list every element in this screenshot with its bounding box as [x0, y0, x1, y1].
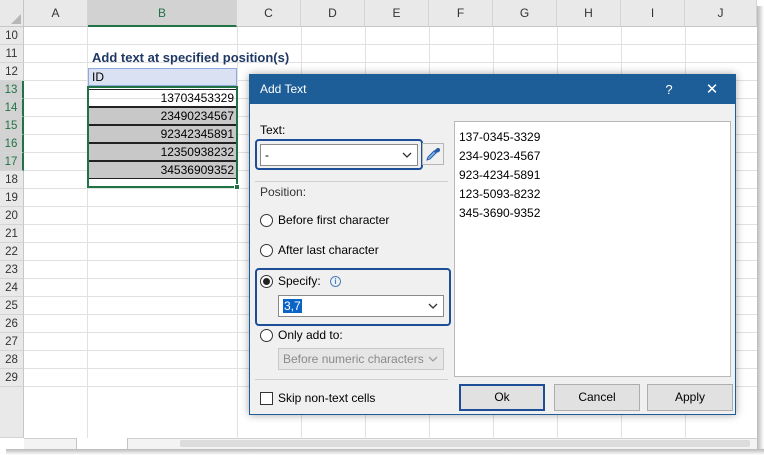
- row-header-29[interactable]: 29: [0, 369, 24, 387]
- chevron-down-icon: [428, 356, 438, 362]
- row-header-15[interactable]: 15: [0, 117, 24, 135]
- id-header-cell[interactable]: ID: [88, 68, 237, 86]
- row-header-27[interactable]: 27: [0, 333, 24, 351]
- eyedropper-icon: [426, 147, 441, 161]
- data-cell[interactable]: 34536909352: [88, 161, 237, 179]
- column-header-h[interactable]: H: [557, 0, 621, 27]
- fill-handle[interactable]: [234, 184, 240, 190]
- preview-line: 345-3690-9352: [459, 206, 541, 220]
- specify-selected-text: 3,7: [283, 299, 302, 313]
- help-button[interactable]: ?: [658, 75, 680, 104]
- preview-line: 923-4234-5891: [459, 168, 541, 182]
- specify-combobox-value: 3,7: [283, 299, 302, 313]
- radio-after-last[interactable]: [260, 244, 273, 257]
- radio-specify[interactable]: [260, 275, 273, 288]
- preview-line: 234-9023-4567: [459, 149, 541, 163]
- row-header-13[interactable]: 13: [0, 81, 24, 99]
- only-add-combobox[interactable]: Before numeric characters: [278, 348, 444, 370]
- text-combobox-value: -: [265, 148, 269, 162]
- gridline: [24, 44, 757, 45]
- data-cell[interactable]: 13703453329: [88, 89, 237, 107]
- preview-line: 123-5093-8232: [459, 187, 541, 201]
- radio-specify-label[interactable]: Specify:: [278, 274, 321, 288]
- info-icon[interactable]: i: [330, 276, 341, 287]
- chevron-down-icon: [402, 152, 412, 158]
- position-separator: [255, 181, 448, 182]
- eyedropper-button[interactable]: [422, 143, 444, 165]
- row-header-20[interactable]: 20: [0, 207, 24, 225]
- data-cell[interactable]: 12350938232: [88, 143, 237, 161]
- specify-combobox[interactable]: 3,7: [278, 295, 444, 317]
- add-text-dialog: Add Text ? ✕ Text: - Position: Before fi…: [249, 74, 736, 415]
- cancel-button[interactable]: Cancel: [554, 384, 640, 411]
- row-header-23[interactable]: 23: [0, 261, 24, 279]
- radio-before-first[interactable]: [260, 214, 273, 227]
- select-all-corner[interactable]: [0, 0, 24, 27]
- column-header-d[interactable]: D: [301, 0, 365, 27]
- options-separator: [255, 379, 448, 380]
- radio-only-add[interactable]: [260, 329, 273, 342]
- dialog-title-bar[interactable]: Add Text ? ✕: [250, 75, 735, 104]
- row-header-10[interactable]: 10: [0, 27, 24, 45]
- preview-pane[interactable]: 137-0345-3329 234-9023-4567 923-4234-589…: [454, 121, 731, 377]
- position-label: Position:: [260, 185, 307, 199]
- apply-button[interactable]: Apply: [647, 384, 733, 411]
- row-header-24[interactable]: 24: [0, 279, 24, 297]
- text-combobox[interactable]: -: [260, 144, 418, 166]
- data-cell[interactable]: 92342345891: [88, 125, 237, 143]
- radio-after-last-label[interactable]: After last character: [278, 243, 379, 257]
- row-header-22[interactable]: 22: [0, 243, 24, 261]
- window-shadow-right: [757, 6, 764, 455]
- row-header-19[interactable]: 19: [0, 189, 24, 207]
- row-header-18[interactable]: 18: [0, 171, 24, 189]
- gridline: [237, 27, 238, 438]
- chevron-down-icon: [428, 303, 438, 309]
- row-header-17[interactable]: 17: [0, 153, 24, 171]
- data-cell[interactable]: 23490234567: [88, 107, 237, 125]
- close-icon[interactable]: ✕: [700, 75, 724, 104]
- column-header-b[interactable]: B: [88, 0, 237, 27]
- row-header-14[interactable]: 14: [0, 99, 24, 117]
- column-header-e[interactable]: E: [365, 0, 429, 27]
- preview-line: 137-0345-3329: [459, 130, 541, 144]
- text-label: Text:: [260, 123, 286, 137]
- only-add-combobox-value: Before numeric characters: [283, 352, 424, 366]
- row-header-11[interactable]: 11: [0, 45, 24, 63]
- radio-only-add-label[interactable]: Only add to:: [278, 328, 343, 342]
- skip-non-text-label[interactable]: Skip non-text cells: [278, 391, 375, 405]
- ok-button[interactable]: Ok: [459, 384, 545, 411]
- radio-before-first-label[interactable]: Before first character: [278, 213, 389, 227]
- row-header-26[interactable]: 26: [0, 315, 24, 333]
- sheet-title[interactable]: Add text at specified position(s): [92, 50, 289, 65]
- row-header-16[interactable]: 16: [0, 135, 24, 153]
- row-header-filler: [0, 387, 24, 438]
- window-shadow-bottom: [6, 449, 764, 455]
- row-header-28[interactable]: 28: [0, 351, 24, 369]
- column-header-c[interactable]: C: [237, 0, 301, 27]
- row-header-12[interactable]: 12: [0, 63, 24, 81]
- row-header-21[interactable]: 21: [0, 225, 24, 243]
- column-header-j[interactable]: J: [685, 0, 757, 27]
- horizontal-scrollbar[interactable]: [180, 440, 750, 447]
- sheet-tab[interactable]: [76, 438, 128, 449]
- column-header-g[interactable]: G: [493, 0, 557, 27]
- column-header-i[interactable]: I: [621, 0, 685, 27]
- row-header-25[interactable]: 25: [0, 297, 24, 315]
- skip-non-text-checkbox[interactable]: [260, 392, 273, 405]
- dialog-title: Add Text: [260, 82, 307, 96]
- column-header-a[interactable]: A: [24, 0, 88, 27]
- column-header-f[interactable]: F: [429, 0, 493, 27]
